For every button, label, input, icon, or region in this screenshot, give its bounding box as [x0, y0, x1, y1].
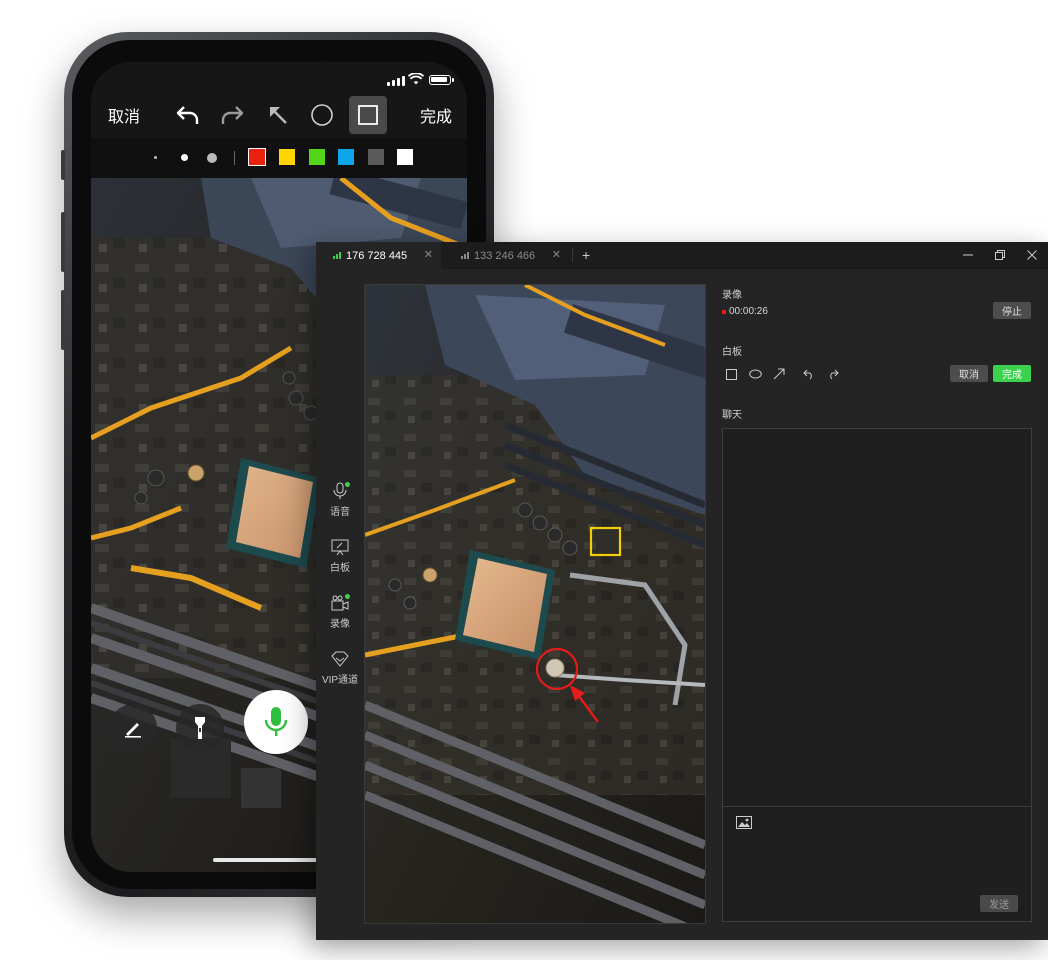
sidebar-item-label: 语音 [330, 507, 350, 518]
redo-icon[interactable] [213, 96, 251, 134]
microphone-icon [331, 482, 350, 500]
done-button[interactable]: 完成 [420, 103, 452, 127]
arrow-icon[interactable] [772, 367, 786, 381]
sidebar-item-label: VIP通道 [321, 675, 359, 686]
brush-size-large[interactable] [207, 153, 217, 163]
flashlight-icon[interactable] [176, 704, 224, 752]
redo-icon[interactable] [826, 367, 840, 381]
add-tab-button[interactable]: + [582, 247, 590, 263]
image-icon[interactable] [736, 816, 752, 830]
brush-size-medium[interactable] [181, 154, 188, 161]
phone-mute-switch [61, 150, 65, 180]
recording-section-title: 录像 [722, 290, 742, 301]
recording-timer: 00:00:26 [729, 306, 768, 317]
sidebar-item-label: 白板 [330, 563, 350, 574]
stop-recording-button[interactable]: 停止 [993, 302, 1031, 319]
chat-messages [723, 429, 1031, 805]
recording-indicator [722, 310, 726, 314]
battery-icon [429, 75, 454, 85]
sidebar-item-recording[interactable]: 录像 [316, 594, 364, 630]
app-stage: 取消 完成 176 728 445 ✕ 133 246 466 ✕ + 语音 白… [0, 0, 1048, 960]
color-swatch-green[interactable] [309, 149, 325, 165]
annotation-toolbar: 取消 完成 [91, 92, 467, 140]
color-bar [91, 138, 467, 178]
tab-label: 176 728 445 [346, 249, 408, 262]
rectangle-icon[interactable] [349, 96, 387, 134]
desktop-window: 176 728 445 ✕ 133 246 466 ✕ + 语音 白板 录像 V… [316, 242, 1048, 940]
diamond-icon [331, 650, 349, 668]
phone-volume-down [61, 290, 65, 350]
whiteboard-done-button[interactable]: 完成 [993, 365, 1031, 382]
signal-icon [333, 252, 341, 259]
chat-section-title: 聊天 [722, 410, 742, 421]
color-swatch-blue[interactable] [338, 149, 354, 165]
pen-icon[interactable] [109, 704, 157, 752]
signal-icon [387, 76, 405, 86]
color-swatch-red[interactable] [248, 148, 266, 166]
microphone-icon[interactable] [244, 690, 308, 754]
phone-volume-up [61, 212, 65, 272]
wifi-icon [408, 73, 424, 85]
brush-size-small[interactable] [154, 156, 157, 159]
rectangle-icon[interactable] [724, 367, 738, 381]
minimize-icon[interactable] [961, 248, 975, 262]
circle-icon[interactable] [303, 96, 341, 134]
remote-video-feed[interactable] [364, 284, 706, 924]
close-icon[interactable]: ✕ [424, 248, 433, 261]
tab-session-1[interactable]: 176 728 445 ✕ [316, 242, 441, 269]
undo-icon[interactable] [802, 367, 816, 381]
camera-icon [331, 594, 350, 612]
arrow-icon[interactable] [259, 96, 297, 134]
color-swatch-white[interactable] [397, 149, 413, 165]
close-icon[interactable]: ✕ [552, 248, 561, 261]
whiteboard-section-title: 白板 [722, 347, 742, 358]
color-swatch-gray[interactable] [368, 149, 384, 165]
tab-label: 133 246 466 [474, 249, 536, 262]
sidebar-item-label: 录像 [330, 619, 350, 630]
chat-box: 发送 [722, 428, 1032, 922]
tab-bar: 176 728 445 ✕ 133 246 466 ✕ + [316, 242, 1048, 269]
color-swatch-yellow[interactable] [279, 149, 295, 165]
online-dot [345, 594, 350, 599]
sidebar-item-vip[interactable]: VIP通道 [316, 650, 364, 686]
divider [234, 151, 235, 165]
ellipse-icon[interactable] [748, 367, 762, 381]
whiteboard-cancel-button[interactable]: 取消 [950, 365, 988, 382]
close-icon[interactable] [1025, 248, 1039, 262]
chat-input[interactable] [723, 829, 1031, 889]
restore-icon[interactable] [993, 248, 1007, 262]
tab-session-2[interactable]: 133 246 466 ✕ [444, 242, 569, 269]
send-button[interactable]: 发送 [980, 895, 1018, 912]
whiteboard-icon [331, 538, 349, 556]
cancel-button[interactable]: 取消 [108, 103, 140, 127]
sidebar-item-voice[interactable]: 语音 [316, 482, 364, 518]
sidebar-item-whiteboard[interactable]: 白板 [316, 538, 364, 574]
signal-icon [461, 252, 469, 259]
status-bar [91, 62, 467, 96]
online-dot [345, 482, 350, 487]
undo-icon[interactable] [169, 96, 207, 134]
